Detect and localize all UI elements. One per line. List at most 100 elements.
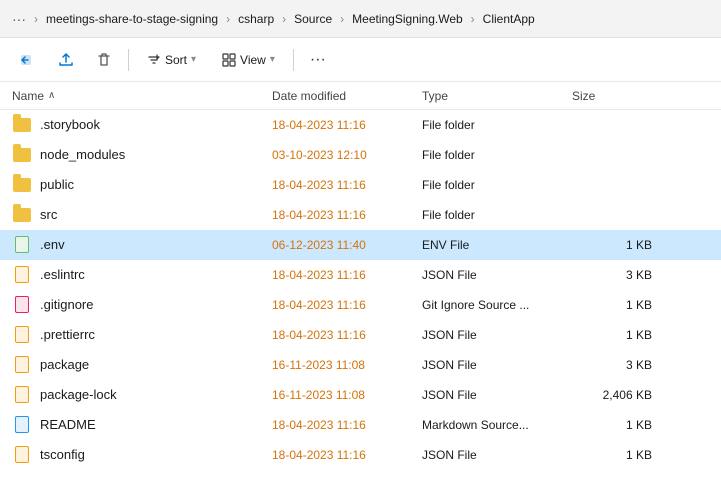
file-date: 18-04-2023 11:16 [272,208,422,222]
file-type: File folder [422,178,572,192]
file-date: 16-11-2023 11:08 [272,388,422,402]
folder-icon [13,208,31,222]
file-date: 18-04-2023 11:16 [272,418,422,432]
delete-button[interactable] [88,45,120,75]
table-row[interactable]: node_modules 03-10-2023 12:10 File folde… [0,140,721,170]
file-type: ENV File [422,238,572,252]
file-icon-cell [12,175,32,195]
col-header-name[interactable]: Name ∧ [12,89,272,103]
folder-icon [13,118,31,132]
file-date: 03-10-2023 12:10 [272,148,422,162]
file-list: Name ∧ Date modified Type Size .storyboo… [0,82,721,503]
json-file-icon [15,266,29,283]
view-button[interactable]: View ▾ [212,49,285,71]
table-row[interactable]: .eslintrc 18-04-2023 11:16 JSON File 3 K… [0,260,721,290]
view-chevron: ▾ [270,54,275,65]
folder-icon [13,178,31,192]
file-type: JSON File [422,448,572,462]
file-icon-cell [12,415,32,435]
column-headers: Name ∧ Date modified Type Size [0,82,721,110]
file-icon-cell [12,325,32,345]
col-header-size[interactable]: Size [572,89,652,103]
file-name: tsconfig [40,447,272,462]
table-row[interactable]: public 18-04-2023 11:16 File folder [0,170,721,200]
file-date: 18-04-2023 11:16 [272,448,422,462]
table-row[interactable]: package 16-11-2023 11:08 JSON File 3 KB [0,350,721,380]
folder-icon [13,148,31,162]
file-icon-cell [12,115,32,135]
more-button[interactable]: ··· [302,45,334,75]
file-size: 3 KB [572,268,652,282]
file-icon-cell [12,445,32,465]
breadcrumb-item-3[interactable]: MeetingSigning.Web [348,10,467,28]
file-icon-cell [12,355,32,375]
env-file-icon [15,236,29,253]
file-icon-cell [12,205,32,225]
file-name: .storybook [40,117,272,132]
sort-button[interactable]: Sort ▾ [137,49,206,71]
file-name: .eslintrc [40,267,272,282]
file-name: .gitignore [40,297,272,312]
file-date: 18-04-2023 11:16 [272,268,422,282]
breadcrumb-item-4[interactable]: ClientApp [479,10,539,28]
table-row[interactable]: src 18-04-2023 11:16 File folder [0,200,721,230]
json-file-icon [15,326,29,343]
file-date: 18-04-2023 11:16 [272,298,422,312]
file-date: 16-11-2023 11:08 [272,358,422,372]
json-file-icon [15,356,29,373]
view-label: View [240,53,266,67]
sep-3: › [340,12,344,26]
file-date: 18-04-2023 11:16 [272,178,422,192]
json-file-icon [15,386,29,403]
breadcrumb-item-2[interactable]: Source [290,10,336,28]
md-file-icon [15,416,29,433]
file-type: JSON File [422,328,572,342]
table-row[interactable]: .storybook 18-04-2023 11:16 File folder [0,110,721,140]
col-header-date[interactable]: Date modified [272,89,422,103]
file-name: public [40,177,272,192]
toolbar-separator-1 [128,49,129,71]
file-type: Git Ignore Source ... [422,298,572,312]
share-button[interactable] [50,45,82,75]
sep-0: › [34,12,38,26]
file-type: File folder [422,148,572,162]
table-row[interactable]: README 18-04-2023 11:16 Markdown Source.… [0,410,721,440]
more-icon: ··· [310,51,326,69]
sort-arrow-icon: ∧ [48,90,55,101]
file-icon-cell [12,235,32,255]
file-icon-cell [12,385,32,405]
file-size: 1 KB [572,448,652,462]
file-size: 1 KB [572,328,652,342]
file-name: README [40,417,272,432]
table-row[interactable]: .prettierrc 18-04-2023 11:16 JSON File 1… [0,320,721,350]
table-row[interactable]: tsconfig 18-04-2023 11:16 JSON File 1 KB [0,440,721,470]
breadcrumb-item-1[interactable]: csharp [234,10,278,28]
sort-label: Sort [165,53,187,67]
file-icon-cell [12,265,32,285]
file-size: 1 KB [572,238,652,252]
breadcrumb-item-0[interactable]: meetings-share-to-stage-signing [42,10,222,28]
json-file-icon [15,446,29,463]
back-button[interactable] [12,45,44,75]
file-name: .env [40,237,272,252]
file-name: .prettierrc [40,327,272,342]
col-header-type[interactable]: Type [422,89,572,103]
file-name: package [40,357,272,372]
file-date: 18-04-2023 11:16 [272,118,422,132]
table-row[interactable]: package-lock 16-11-2023 11:08 JSON File … [0,380,721,410]
breadcrumb: ··· › meetings-share-to-stage-signing › … [0,0,721,38]
file-type: File folder [422,208,572,222]
file-size: 2,406 KB [572,388,652,402]
sep-2: › [282,12,286,26]
file-type: JSON File [422,268,572,282]
breadcrumb-more[interactable]: ··· [8,9,30,29]
file-size: 1 KB [572,418,652,432]
file-date: 18-04-2023 11:16 [272,328,422,342]
file-name: node_modules [40,147,272,162]
table-row[interactable]: .env 06-12-2023 11:40 ENV File 1 KB [0,230,721,260]
table-row[interactable]: .gitignore 18-04-2023 11:16 Git Ignore S… [0,290,721,320]
sep-1: › [226,12,230,26]
file-icon-cell [12,145,32,165]
file-type: JSON File [422,388,572,402]
file-size: 1 KB [572,298,652,312]
